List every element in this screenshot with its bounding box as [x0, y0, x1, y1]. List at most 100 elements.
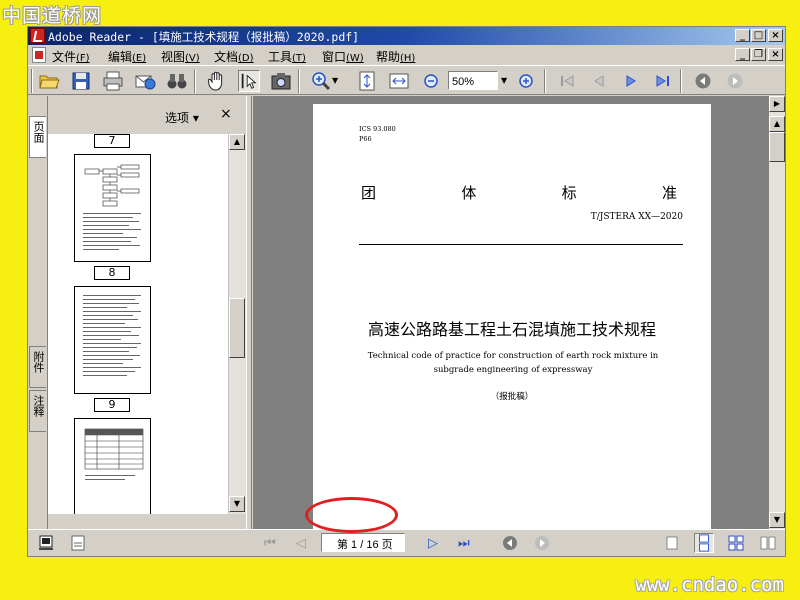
- previous-view-icon[interactable]: [502, 535, 518, 551]
- group-standard-heading: 团 体 标 准: [361, 182, 677, 203]
- window-title: Adobe Reader - [填施工技术规程（报批稿）2020.pdf]: [48, 30, 360, 44]
- previous-page-icon[interactable]: [588, 70, 610, 92]
- menu-file[interactable]: 文件(F): [52, 48, 90, 65]
- thumbnail-page-10[interactable]: [74, 418, 151, 514]
- zoom-level-dropdown-icon[interactable]: ▼: [501, 76, 507, 85]
- page-layout-icon[interactable]: [38, 535, 54, 551]
- search-binoculars-icon[interactable]: [166, 70, 188, 92]
- last-page-icon[interactable]: [652, 70, 674, 92]
- zoom-in-icon[interactable]: [310, 70, 332, 92]
- toolbar-separator: [298, 69, 300, 93]
- continuous-facing-view-icon[interactable]: [760, 535, 776, 551]
- next-page-icon[interactable]: ▷: [428, 536, 438, 551]
- next-view-icon[interactable]: [534, 535, 550, 551]
- scrollbar-thumb[interactable]: [769, 132, 785, 162]
- scroll-down-arrow-icon[interactable]: ▼: [769, 512, 785, 528]
- facing-view-icon[interactable]: [728, 535, 744, 551]
- thumbnail-table-graphic: [84, 428, 144, 480]
- standard-code: T/JSTERA XX—2020: [590, 212, 683, 222]
- previous-view-icon[interactable]: [692, 70, 714, 92]
- tab-attachments[interactable]: 附件: [29, 346, 46, 388]
- ics-number: ICS 93.080: [359, 125, 396, 133]
- doc-minimize-button[interactable]: _: [735, 48, 750, 61]
- ics-code: ICS 93.080 P66: [359, 124, 396, 144]
- last-page-icon[interactable]: ⏭: [458, 536, 470, 551]
- scroll-up-arrow-icon[interactable]: ▲: [229, 134, 245, 150]
- document-page: ICS 93.080 P66 团 体 标 准 T/JSTERA XX—2020 …: [313, 104, 711, 529]
- navigation-panel: 页面 附件 注释 选项 ▾ × 7 8 9 ▲ ▼: [28, 96, 246, 529]
- fit-width-icon[interactable]: [388, 70, 410, 92]
- first-page-icon[interactable]: ⏮: [264, 536, 276, 551]
- title-bar[interactable]: Adobe Reader - [填施工技术规程（报批稿）2020.pdf] _ …: [28, 27, 785, 45]
- thumbnail-page-9[interactable]: [74, 286, 151, 394]
- adobe-reader-icon: [30, 28, 45, 43]
- scroll-up-arrow-icon[interactable]: ▲: [769, 116, 785, 132]
- thumbnail-page-8[interactable]: [74, 154, 151, 262]
- continuous-view-icon[interactable]: [694, 533, 714, 553]
- next-view-icon[interactable]: [724, 70, 746, 92]
- menu-view[interactable]: 视图(V): [161, 48, 200, 65]
- print-icon[interactable]: [102, 70, 124, 92]
- standard-char: 准: [661, 184, 677, 202]
- minimize-button[interactable]: _: [735, 29, 750, 42]
- first-page-icon[interactable]: [556, 70, 578, 92]
- pane-expand-arrow-icon[interactable]: ▶: [769, 96, 785, 112]
- snapshot-camera-icon[interactable]: [270, 70, 292, 92]
- document-scrollbar[interactable]: ▶ ▲ ▼: [769, 96, 785, 529]
- close-button[interactable]: ×: [768, 29, 783, 42]
- single-page-view-icon[interactable]: [664, 535, 680, 551]
- tab-comments[interactable]: 注释: [29, 390, 46, 432]
- thumbnail-label-7[interactable]: 7: [94, 134, 130, 148]
- zoom-level-input[interactable]: [448, 71, 498, 90]
- document-properties-icon[interactable]: [70, 535, 86, 551]
- previous-page-icon[interactable]: ◁: [296, 536, 306, 551]
- doc-restore-button[interactable]: ❐: [751, 48, 766, 61]
- menu-help[interactable]: 帮助(H): [376, 48, 415, 65]
- status-bar: ⏮ ◁ ▷ ⏭: [28, 529, 785, 556]
- pages-thumbnail-pane: 选项 ▾ × 7 8 9 ▲ ▼: [47, 96, 246, 529]
- toolbar-separator: [194, 69, 196, 93]
- save-icon[interactable]: [70, 70, 92, 92]
- pane-header: 选项 ▾ ×: [48, 96, 246, 134]
- toolbar-separator: [680, 69, 682, 93]
- maximize-button[interactable]: □: [751, 29, 766, 42]
- close-pane-icon[interactable]: ×: [220, 106, 232, 122]
- thumbnail-list: 7 8 9: [48, 134, 228, 514]
- thumbnail-scrollbar[interactable]: ▲ ▼: [228, 134, 246, 514]
- doc-close-button[interactable]: ×: [768, 48, 783, 61]
- next-page-icon[interactable]: [620, 70, 642, 92]
- thumbnail-label-8[interactable]: 8: [94, 266, 130, 280]
- standard-char: 团: [361, 184, 377, 202]
- standard-char: 标: [561, 184, 577, 202]
- menu-document[interactable]: 文档(D): [214, 48, 254, 65]
- zoom-out-icon[interactable]: [420, 70, 442, 92]
- email-icon[interactable]: [134, 70, 156, 92]
- thumbnail-label-9[interactable]: 9: [94, 398, 130, 412]
- document-title-english: Technical code of practice for construct…: [367, 351, 659, 375]
- tab-pages[interactable]: 页面: [29, 116, 46, 158]
- highlight-circle-annotation: [305, 497, 398, 533]
- watermark-top: 中国道桥网: [2, 5, 103, 27]
- open-folder-icon[interactable]: [38, 70, 60, 92]
- menu-edit[interactable]: 编辑(E): [108, 48, 146, 65]
- zoom-in-plus-icon[interactable]: [515, 70, 537, 92]
- menu-window[interactable]: 窗口(W): [322, 48, 364, 65]
- toolbar-grip: [31, 69, 33, 93]
- hand-tool-icon[interactable]: [206, 70, 228, 92]
- standard-char: 体: [461, 184, 477, 202]
- zoom-tool-dropdown-icon[interactable]: ▼: [332, 76, 338, 85]
- actual-size-icon[interactable]: [356, 70, 378, 92]
- options-menu-button[interactable]: 选项 ▾: [165, 109, 199, 126]
- thumbnail-text-graphic: [83, 295, 141, 376]
- thumbnail-flowchart-graphic: [83, 164, 141, 250]
- scrollbar-thumb[interactable]: [229, 298, 245, 358]
- page-number-input[interactable]: [321, 533, 405, 552]
- toolbar: ▼ ▼: [28, 65, 785, 95]
- panel-splitter[interactable]: [246, 96, 252, 529]
- menu-tools[interactable]: 工具(T): [268, 48, 306, 65]
- scroll-down-arrow-icon[interactable]: ▼: [229, 496, 245, 512]
- select-text-tool-icon[interactable]: [238, 70, 260, 92]
- toolbar-separator: [544, 69, 546, 93]
- document-title-chinese: 高速公路路基工程土石混填施工技术规程: [367, 320, 656, 339]
- document-view[interactable]: ICS 93.080 P66 团 体 标 准 T/JSTERA XX—2020 …: [253, 96, 769, 529]
